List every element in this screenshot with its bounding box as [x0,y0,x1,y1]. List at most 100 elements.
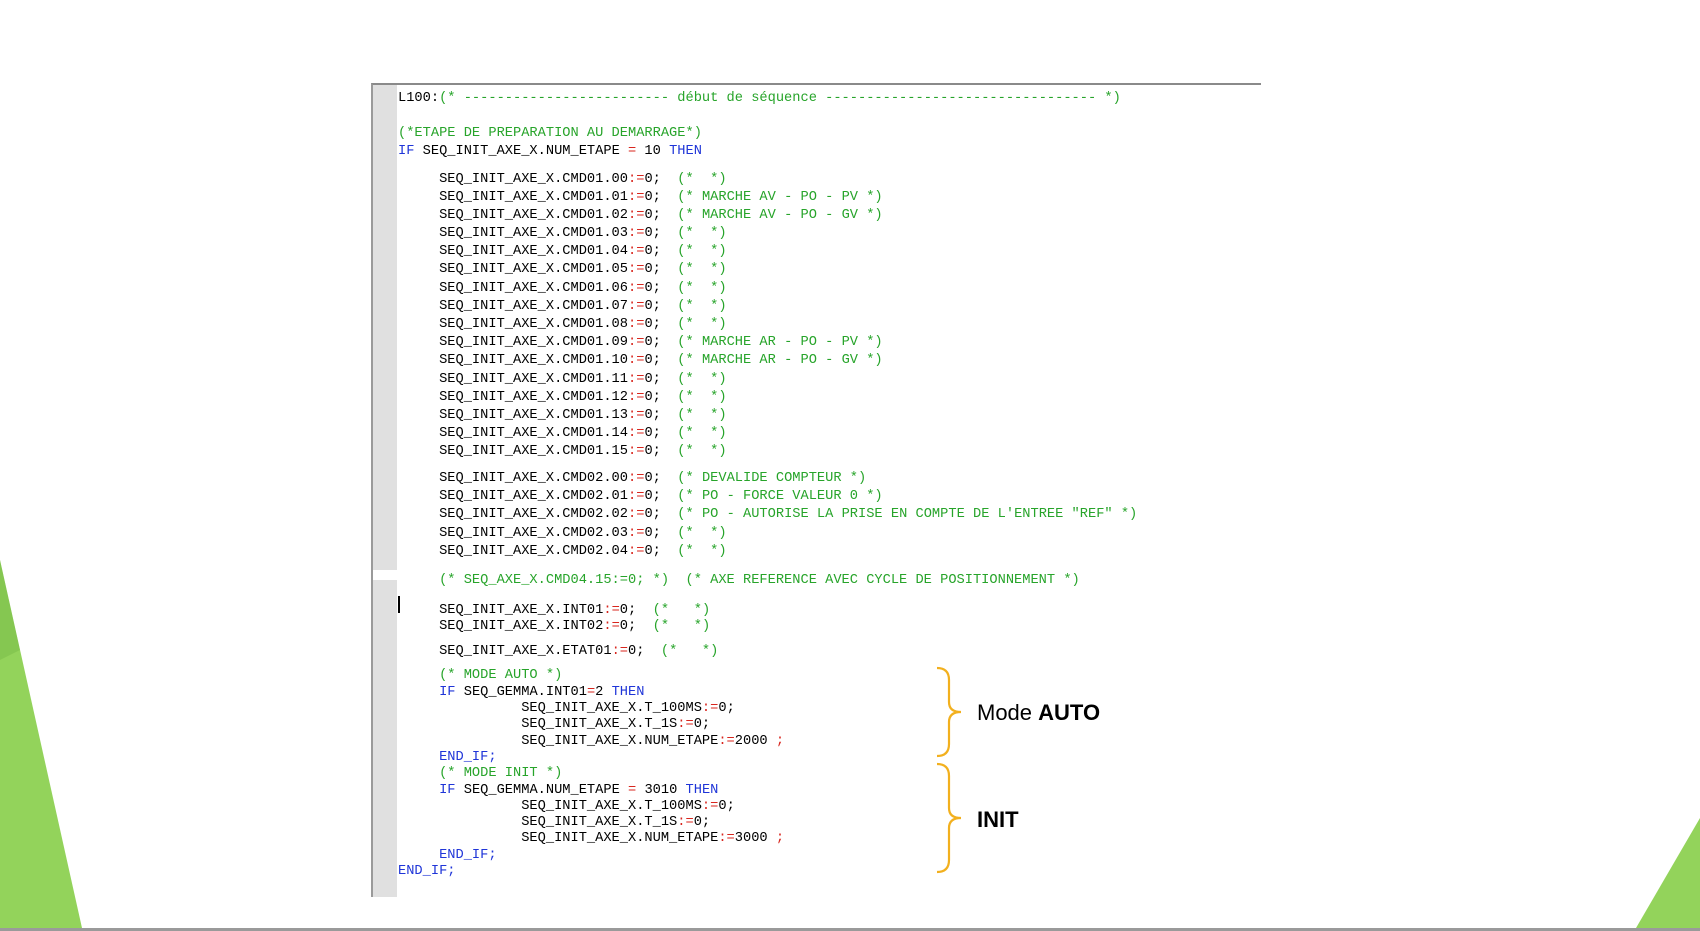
code-token: 0; [644,426,678,441]
code-token: SEQ_INIT_AXE_X.CMD02.00 [398,471,628,486]
code-token: (*ETAPE DE PREPARATION AU DEMARRAGE*) [398,126,702,141]
code-line: SEQ_INIT_AXE_X.ETAT01:=0; (* *) [398,643,718,660]
code-token: 0; [619,603,653,618]
code-line: END_IF; [398,749,497,766]
code-token: 0; [644,299,678,314]
code-token: (* *) [677,317,727,332]
code-token: = [586,685,596,700]
code-token: 0; [644,353,678,368]
annotation-mode-auto: Mode AUTO [977,700,1100,726]
right-green-triangle [1636,818,1700,928]
code-token: SEQ_INIT_AXE_X.CMD01.08 [398,317,628,332]
code-token: 0; [628,644,661,659]
annotation-auto-prefix: Mode [977,700,1039,725]
code-token: 0; [693,815,711,830]
code-line: SEQ_INIT_AXE_X.CMD01.01:=0; (* MARCHE AV… [398,189,883,206]
code-line: (*ETAPE DE PREPARATION AU DEMARRAGE*) [398,125,702,142]
code-token: := [628,262,645,277]
code-line: (* SEQ_AXE_X.CMD04.15:=0; *) (* AXE REFE… [398,572,1080,589]
code-token: := [628,372,645,387]
code-token: SEQ_INIT_AXE_X.CMD02.04 [398,544,628,559]
code-token: END_IF; [439,848,497,863]
code-line: SEQ_INIT_AXE_X.CMD01.11:=0; (* *) [398,371,727,388]
code-token: (* MARCHE AR - PO - GV *) [677,353,883,368]
code-token: := [603,619,620,634]
code-token: SEQ_INIT_AXE_X.CMD01.02 [398,208,628,223]
code-line: SEQ_INIT_AXE_X.CMD02.01:=0; (* PO - FORC… [398,488,883,505]
code-token: (* DEVALIDE COMPTEUR *) [677,471,867,486]
code-line: END_IF; [398,847,497,864]
code-line: SEQ_INIT_AXE_X.CMD01.04:=0; (* *) [398,243,727,260]
code-line: IF SEQ_INIT_AXE_X.NUM_ETAPE = 10 THEN [398,143,702,160]
code-token: IF [398,144,415,159]
line-gutter [373,85,397,897]
code-token: (* SEQ_AXE_X.CMD04.15:=0; *) (* AXE REFE… [398,573,1080,588]
code-token: (* *) [677,544,727,559]
code-token: := [718,734,735,749]
code-line: SEQ_INIT_AXE_X.CMD02.02:=0; (* PO - AUTO… [398,506,1137,523]
code-token: (* MODE AUTO *) [398,668,563,683]
code-token: 0; [644,172,678,187]
left-green-triangle [0,560,82,928]
code-token: := [628,390,645,405]
code-line: L100:(* ------------------------- début … [398,90,1121,107]
code-token: SEQ_INIT_AXE_X.CMD01.15 [398,444,628,459]
code-token: 0; [718,701,735,716]
code-token: SEQ_INIT_AXE_X.CMD01.12 [398,390,628,405]
code-token: (* *) [677,408,727,423]
code-line: SEQ_INIT_AXE_X.CMD01.02:=0; (* MARCHE AV… [398,207,883,224]
code-token: 0; [718,799,735,814]
code-line: SEQ_INIT_AXE_X.CMD01.12:=0; (* *) [398,389,727,406]
code-line: SEQ_INIT_AXE_X.NUM_ETAPE:=3000 ; [398,830,784,847]
code-token: SEQ_INIT_AXE_X.CMD02.02 [398,507,628,522]
code-token: SEQ_INIT_AXE_X.NUM_ETAPE [398,831,719,846]
code-line: SEQ_INIT_AXE_X.CMD01.14:=0; (* *) [398,425,727,442]
code-token: 0; [693,717,711,732]
code-token: 0; [644,408,678,423]
code-token: := [628,489,645,504]
code-token: (* *) [652,603,711,618]
code-token: THEN [669,144,702,159]
code-token: (* *) [677,526,727,541]
code-token: := [628,408,645,423]
code-token: = [628,783,637,798]
code-token: := [628,244,645,259]
code-token: := [628,544,645,559]
code-line: SEQ_INIT_AXE_X.NUM_ETAPE:=2000 ; [398,733,784,750]
code-token: (* *) [677,299,727,314]
annotation-init-bold: INIT [977,807,1019,832]
code-token: := [677,815,694,830]
code-token: 2 [595,685,612,700]
code-token: SEQ_INIT_AXE_X.NUM_ETAPE [398,734,719,749]
code-token: THEN [611,685,645,700]
code-token: IF [439,783,456,798]
code-token: (* *) [677,444,727,459]
code-token: (* MARCHE AV - PO - GV *) [677,208,883,223]
code-token: := [718,831,735,846]
code-token: SEQ_INIT_AXE_X.CMD01.01 [398,190,628,205]
code-token: (* *) [677,426,727,441]
code-token: ; [775,734,785,749]
code-token: := [628,172,645,187]
code-token: 3010 [636,783,686,798]
code-token: SEQ_GEMMA.NUM_ETAPE [455,783,629,798]
code-line: SEQ_INIT_AXE_X.CMD01.13:=0; (* *) [398,407,727,424]
code-line: SEQ_INIT_AXE_X.CMD01.09:=0; (* MARCHE AR… [398,334,883,351]
code-token: 0; [644,226,678,241]
code-token: SEQ_INIT_AXE_X.INT02 [398,619,604,634]
code-line: SEQ_INIT_AXE_X.T_100MS:=0; [398,700,735,717]
code-token: 0; [644,507,678,522]
code-token: := [628,426,645,441]
code-token: := [603,603,620,618]
code-line: SEQ_INIT_AXE_X.CMD02.00:=0; (* DEVALIDE … [398,470,866,487]
code-token: 0; [644,281,678,296]
code-token: 3000 [734,831,776,846]
code-token: IF [439,685,456,700]
code-token: 0; [644,471,678,486]
code-line: SEQ_INIT_AXE_X.T_1S:=0; [398,716,710,733]
code-token: SEQ_INIT_AXE_X.CMD01.06 [398,281,628,296]
code-line: SEQ_INIT_AXE_X.CMD01.15:=0; (* *) [398,443,727,460]
code-line: IF SEQ_GEMMA.NUM_ETAPE = 3010 THEN [398,782,718,799]
code-token: (* *) [677,262,727,277]
